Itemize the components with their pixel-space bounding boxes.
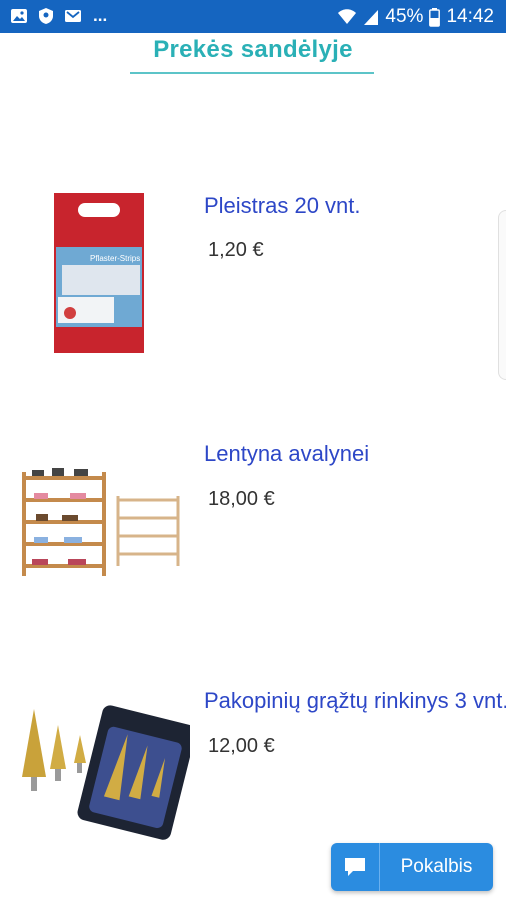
product-image-bandage[interactable]: Pflaster-Strips bbox=[14, 185, 190, 361]
chat-button-label: Pokalbis bbox=[400, 856, 473, 877]
mail-icon bbox=[65, 10, 81, 22]
system-icons: 45% 14:42 bbox=[337, 6, 494, 28]
product-image-drill-set[interactable] bbox=[14, 685, 190, 861]
more-notifications: ... bbox=[93, 6, 108, 25]
product-item[interactable]: Pflaster-Strips Pleistras 20 vnt. 1,20 € bbox=[0, 185, 506, 365]
chat-button[interactable]: Pokalbis bbox=[331, 843, 493, 891]
page-title: Prekės sandėlyje bbox=[153, 36, 353, 63]
product-name-link[interactable]: Pakopinių grąžtų rinkinys 3 vnt. bbox=[204, 688, 506, 714]
battery-icon bbox=[429, 7, 441, 27]
gallery-icon bbox=[11, 9, 27, 23]
battery-percent: 45% bbox=[385, 6, 424, 27]
title-divider bbox=[130, 72, 374, 74]
product-item[interactable]: Pakopinių grąžtų rinkinys 3 vnt. 12,00 € bbox=[0, 685, 506, 865]
scroll-handle[interactable] bbox=[498, 210, 506, 380]
status-bar: ... 45% 14:42 bbox=[0, 0, 506, 33]
svg-text:Pflaster-Strips: Pflaster-Strips bbox=[90, 254, 140, 263]
notification-icons: ... bbox=[10, 7, 107, 25]
signal-icon bbox=[364, 10, 379, 25]
chat-bubble-icon bbox=[345, 858, 365, 876]
shield-icon bbox=[39, 8, 53, 24]
clock: 14:42 bbox=[446, 6, 494, 27]
product-price: 1,20 € bbox=[208, 239, 264, 261]
product-item[interactable]: Lentyna avalynei 18,00 € bbox=[0, 438, 506, 618]
wifi-icon bbox=[338, 9, 357, 24]
product-image-shoe-rack[interactable] bbox=[14, 438, 190, 614]
product-price: 18,00 € bbox=[208, 488, 275, 510]
chat-icon-container bbox=[331, 843, 380, 891]
product-name-link[interactable]: Lentyna avalynei bbox=[204, 441, 369, 467]
product-name-link[interactable]: Pleistras 20 vnt. bbox=[204, 193, 361, 219]
product-price: 12,00 € bbox=[208, 735, 275, 757]
